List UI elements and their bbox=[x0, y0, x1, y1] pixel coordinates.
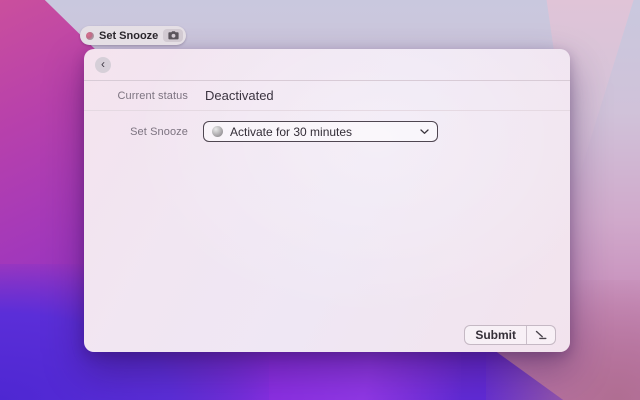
snooze-sphere-icon bbox=[212, 126, 223, 137]
current-status-row: Current status Deactivated bbox=[84, 81, 570, 111]
back-chevron-icon: ‹ bbox=[101, 57, 105, 71]
app-flower-icon bbox=[86, 31, 94, 40]
dropdown-selected-value: Activate for 30 minutes bbox=[230, 124, 353, 139]
panel-header: ‹ bbox=[84, 49, 570, 81]
snooze-duration-dropdown[interactable]: Activate for 30 minutes bbox=[203, 121, 438, 142]
current-status-label: Current status bbox=[117, 89, 188, 102]
camera-chip[interactable] bbox=[163, 29, 184, 42]
camera-icon bbox=[168, 31, 179, 40]
set-snooze-tag[interactable]: Set Snooze bbox=[80, 26, 187, 45]
set-snooze-row: Set Snooze Activate for 30 minutes bbox=[84, 111, 570, 142]
submit-label: Submit bbox=[475, 328, 516, 342]
return-key-icon bbox=[527, 326, 555, 344]
tag-label: Set Snooze bbox=[99, 29, 159, 42]
back-button[interactable]: ‹ bbox=[95, 56, 111, 73]
set-snooze-label: Set Snooze bbox=[130, 125, 188, 138]
current-status-value: Deactivated bbox=[205, 88, 274, 103]
set-snooze-panel: ‹ Current status Deactivated Set Snooze … bbox=[84, 49, 570, 352]
desktop: Set Snooze ‹ Current status Deactivated … bbox=[0, 0, 640, 400]
chevron-down-icon bbox=[420, 128, 429, 135]
submit-button[interactable]: Submit bbox=[464, 325, 556, 345]
